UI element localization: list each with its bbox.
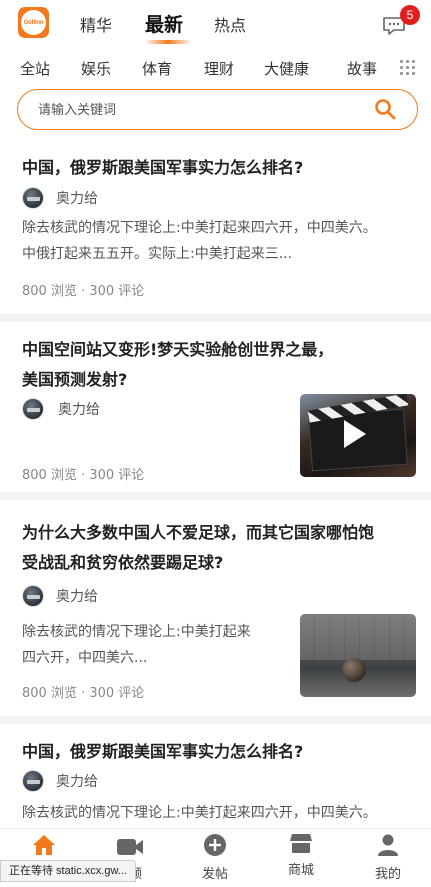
author-info: 奥力给 (22, 398, 100, 420)
search-icon[interactable] (374, 98, 396, 120)
store-icon (289, 831, 313, 855)
feed-item-stats: 800 浏览 · 300 评论 (22, 686, 145, 701)
football-image (342, 658, 366, 682)
feed-item[interactable]: 中国，俄罗斯跟美国军事实力怎么排名? 奥力给 除去核武的情况下理论上:中美打起来… (0, 146, 431, 314)
avatar (22, 187, 44, 209)
nav-post[interactable]: 发帖 (172, 829, 258, 887)
top-header: Golfinn 精华 最新 热点 5 (0, 0, 431, 46)
graffiti-wall (300, 614, 416, 660)
avatar (22, 770, 44, 792)
category-story[interactable]: 故事 (347, 58, 377, 79)
browser-status-bar: 正在等待 static.xcx.gw... (0, 860, 136, 882)
play-icon[interactable] (344, 420, 366, 448)
summary-line: 除去核武的情况下理论上:中美打起来 (22, 624, 251, 640)
title-line: 美国预测发射? (22, 370, 128, 389)
feed-item-stats: 800 浏览 · 300 评论 (22, 468, 145, 483)
app-logo[interactable]: Golfinn (18, 7, 49, 38)
grid-menu-icon[interactable] (400, 60, 415, 75)
category-health[interactable]: 大健康 (264, 58, 309, 79)
summary-line: 除去核武的情况下理论上:中美打起来四六开，中四美六。 (22, 220, 377, 236)
author-name: 奥力给 (56, 191, 98, 207)
summary-line: 中俄打起来五五开。实际上:中美打起来三... (22, 246, 293, 262)
message-badge: 5 (400, 5, 420, 25)
author-name: 奥力给 (56, 589, 98, 605)
avatar (22, 398, 44, 420)
tab-latest[interactable]: 最新 (145, 10, 183, 37)
search-box (17, 89, 418, 130)
active-tab-indicator (146, 40, 190, 44)
category-sports[interactable]: 体育 (142, 58, 172, 79)
category-entertainment[interactable]: 娱乐 (81, 58, 111, 79)
title-line: 受战乱和贫穷依然要踢足球? (22, 553, 224, 572)
feed-item-stats: 800 浏览 · 300 评论 (22, 284, 145, 299)
feed-item-title[interactable]: 中国空间站又变形!梦天实验舱创世界之最， 美国预测发射? (22, 335, 412, 395)
divider (0, 716, 431, 724)
tab-featured[interactable]: 精华 (80, 12, 112, 36)
video-icon (116, 837, 143, 861)
search-input[interactable] (38, 100, 358, 120)
author-info: 奥力给 (22, 585, 98, 607)
category-all[interactable]: 全站 (20, 58, 50, 79)
avatar (22, 585, 44, 607)
feed-item-title[interactable]: 为什么大多数中国人不爱足球，而其它国家哪怕饱 受战乱和贫穷依然要踢足球? (22, 518, 412, 578)
divider (0, 314, 431, 322)
author-name: 奥力给 (56, 774, 98, 790)
logo-text: Golfinn (23, 19, 44, 26)
category-bar: 全站 娱乐 体育 理财 大健康 故事 (0, 58, 431, 82)
author-info: 奥力给 (22, 770, 98, 792)
nav-profile[interactable]: 我的 (345, 829, 431, 887)
nav-store-label: 商城 (287, 863, 314, 878)
feed-item-summary: 除去核武的情况下理论上:中美打起来 四六开，中四美六... (22, 619, 251, 671)
logo-mark: Golfinn (21, 10, 46, 35)
home-icon (31, 833, 55, 857)
profile-icon (376, 833, 400, 857)
feed-item[interactable]: 为什么大多数中国人不爱足球，而其它国家哪怕饱 受战乱和贫穷依然要踢足球? 奥力给… (0, 500, 431, 716)
summary-line: 四六开，中四美六... (22, 650, 148, 666)
feed-item[interactable]: 中国空间站又变形!梦天实验舱创世界之最， 美国预测发射? 奥力给 800 浏览 … (0, 322, 431, 492)
category-finance[interactable]: 理财 (204, 58, 234, 79)
title-line: 为什么大多数中国人不爱足球，而其它国家哪怕饱 (22, 523, 375, 542)
author-name: 奥力给 (58, 402, 100, 418)
feed-item-title[interactable]: 中国，俄罗斯跟美国军事实力怎么排名? (22, 737, 412, 767)
feed-item-summary: 除去核武的情况下理论上:中美打起来四六开，中四美六。 中俄打起来五五开。实际上:… (22, 215, 377, 267)
feed-item-summary: 除去核武的情况下理论上:中美打起来四六开，中四美六。 (22, 800, 377, 826)
video-thumbnail[interactable] (300, 394, 416, 477)
divider (0, 492, 431, 500)
summary-line: 除去核武的情况下理论上:中美打起来四六开，中四美六。 (22, 805, 377, 821)
feed-item[interactable]: 中国，俄罗斯跟美国军事实力怎么排名? 奥力给 除去核武的情况下理论上:中美打起来… (0, 724, 431, 828)
add-post-icon (203, 833, 227, 857)
feed-item-title[interactable]: 中国，俄罗斯跟美国军事实力怎么排名? (22, 153, 412, 183)
title-line: 中国空间站又变形!梦天实验舱创世界之最， (22, 340, 334, 359)
football-thumbnail[interactable] (300, 614, 416, 697)
nav-store[interactable]: 商城 (258, 829, 344, 887)
nav-post-label: 发帖 (201, 867, 228, 882)
nav-profile-label: 我的 (374, 867, 401, 882)
tab-hot[interactable]: 热点 (214, 12, 246, 36)
author-info: 奥力给 (22, 187, 98, 209)
